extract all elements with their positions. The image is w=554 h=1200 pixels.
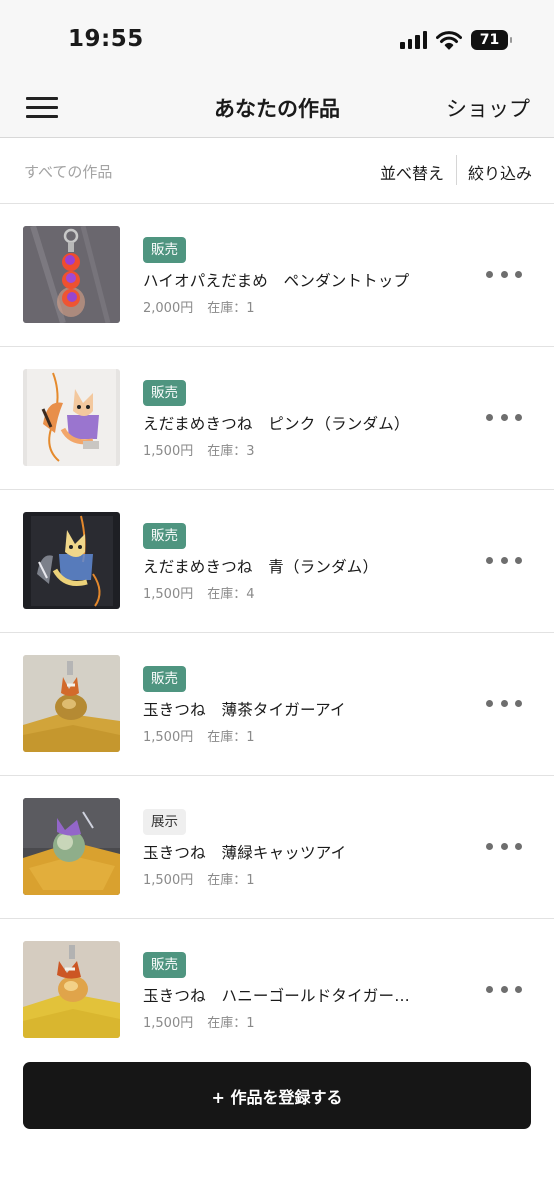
status-time: 19:55 — [68, 26, 144, 52]
item-stock: 在庫：1 — [207, 1016, 255, 1031]
item-price: 2,000円 — [143, 301, 194, 316]
shop-link[interactable]: ショップ — [446, 93, 530, 123]
item-stock: 在庫：1 — [207, 873, 255, 888]
list-item[interactable]: 販売 玉きつね 薄茶タイガーアイ 1,500円 在庫：1 — [0, 633, 554, 776]
filter-bar: すべての作品 並べ替え 絞り込み — [0, 139, 554, 204]
item-price: 1,500円 — [143, 444, 194, 459]
more-options-icon[interactable] — [486, 411, 522, 423]
status-badge: 販売 — [143, 952, 186, 978]
wifi-icon — [436, 31, 462, 50]
product-thumbnail — [23, 369, 120, 466]
battery-icon: 71 — [471, 30, 512, 50]
register-work-button[interactable]: + 作品を登録する — [23, 1062, 531, 1129]
item-stock: 在庫：3 — [207, 444, 255, 459]
item-meta: 1,500円 在庫：1 — [143, 869, 255, 888]
status-bar: 19:55 71 — [0, 0, 554, 80]
more-options-icon[interactable] — [486, 268, 522, 280]
list-item[interactable]: 販売 玉きつね ハニーゴールドタイガー… 1,500円 在庫：1 — [0, 919, 554, 1062]
more-options-icon[interactable] — [486, 983, 522, 995]
sort-button[interactable]: 並べ替え — [380, 160, 444, 184]
more-options-icon[interactable] — [486, 554, 522, 566]
item-meta: 1,500円 在庫：1 — [143, 1012, 255, 1031]
item-title: えだまめきつね 青（ランダム） — [143, 558, 379, 576]
status-badge: 展示 — [143, 809, 186, 835]
item-meta: 1,500円 在庫：3 — [143, 440, 255, 459]
status-icons: 71 — [400, 30, 512, 50]
item-price: 1,500円 — [143, 587, 194, 602]
list-item[interactable]: 販売 ハイオパえだまめ ペンダントトップ 2,000円 在庫：1 — [0, 204, 554, 347]
item-price: 1,500円 — [143, 730, 194, 745]
works-list: 販売 ハイオパえだまめ ペンダントトップ 2,000円 在庫：1 販売 えだまめき… — [0, 204, 554, 1062]
battery-level: 71 — [479, 32, 500, 48]
product-thumbnail — [23, 512, 120, 609]
list-item[interactable]: 販売 えだまめきつね ピンク（ランダム） 1,500円 在庫：3 — [0, 347, 554, 490]
item-stock: 在庫：1 — [207, 730, 255, 745]
product-thumbnail — [23, 655, 120, 752]
status-badge: 販売 — [143, 380, 186, 406]
item-title: 玉きつね ハニーゴールドタイガー… — [143, 987, 410, 1005]
all-works-label: すべての作品 — [24, 163, 113, 181]
cellular-signal-icon — [400, 31, 427, 49]
nav-bar: あなたの作品 ショップ — [0, 80, 554, 138]
list-item[interactable]: 展示 玉きつね 薄緑キャッツアイ 1,500円 在庫：1 — [0, 776, 554, 919]
status-badge: 販売 — [143, 237, 186, 263]
item-price: 1,500円 — [143, 1016, 194, 1031]
item-title: えだまめきつね ピンク（ランダム） — [143, 415, 410, 433]
item-meta: 1,500円 在庫：4 — [143, 583, 255, 602]
item-stock: 在庫：4 — [207, 587, 255, 602]
filter-divider — [456, 155, 457, 185]
list-item[interactable]: 販売 えだまめきつね 青（ランダム） 1,500円 在庫：4 — [0, 490, 554, 633]
item-stock: 在庫：1 — [207, 301, 255, 316]
filter-button[interactable]: 絞り込み — [468, 160, 532, 184]
status-badge: 販売 — [143, 523, 186, 549]
item-title: 玉きつね 薄緑キャッツアイ — [143, 844, 347, 862]
product-thumbnail — [23, 226, 120, 323]
item-meta: 1,500円 在庫：1 — [143, 726, 255, 745]
product-thumbnail — [23, 941, 120, 1038]
item-title: 玉きつね 薄茶タイガーアイ — [143, 701, 346, 719]
more-options-icon[interactable] — [486, 697, 522, 709]
status-badge: 販売 — [143, 666, 186, 692]
item-meta: 2,000円 在庫：1 — [143, 297, 255, 316]
item-title: ハイオパえだまめ ペンダントトップ — [143, 272, 410, 290]
more-options-icon[interactable] — [486, 840, 522, 852]
product-thumbnail — [23, 798, 120, 895]
item-price: 1,500円 — [143, 873, 194, 888]
